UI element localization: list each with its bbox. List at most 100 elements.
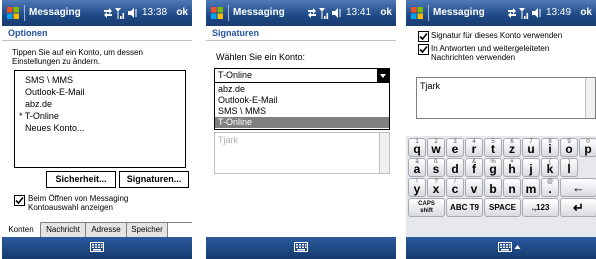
dropdown-option[interactable]: abz.de: [215, 84, 389, 95]
title-separator: [428, 5, 429, 21]
symbols-key[interactable]: .,123: [522, 198, 559, 217]
menu-bar: [2, 237, 192, 259]
dropdown-option[interactable]: Outlook-E-Mail: [215, 95, 389, 106]
account-dropdown[interactable]: T-Online: [214, 68, 390, 83]
key-r[interactable]: 4r: [465, 138, 483, 157]
key-q[interactable]: 1q: [408, 138, 426, 157]
title-separator: [228, 5, 229, 21]
clock[interactable]: 13:41: [346, 7, 371, 18]
signatures-button[interactable]: Signaturen...: [119, 171, 189, 188]
input-selector-arrow-icon[interactable]: [514, 243, 521, 253]
account-item-default[interactable]: * T-Online: [19, 111, 59, 121]
key-o[interactable]: 9o: [560, 138, 578, 157]
key-m[interactable]: m: [522, 178, 540, 197]
account-item[interactable]: SMS \ MMS: [25, 75, 73, 85]
dropdown-arrow-icon[interactable]: [377, 69, 389, 82]
caps-shift-key[interactable]: CAPS shift: [408, 198, 445, 217]
signature-text: Tjark: [420, 81, 440, 91]
key-f[interactable]: & f: [465, 158, 483, 177]
status-icons[interactable]: [103, 6, 141, 20]
signature-textbox[interactable]: Tjark: [416, 77, 596, 119]
use-in-replies-checkbox[interactable]: [418, 44, 429, 55]
ok-button[interactable]: ok: [580, 7, 592, 18]
status-icons[interactable]: [507, 6, 545, 20]
title-bar: Messaging 13:41 ok: [206, 0, 396, 26]
key-z[interactable]: 6z: [503, 138, 521, 157]
scrollbar[interactable]: [585, 78, 595, 118]
account-list[interactable]: SMS \ MMS Outlook-E-Mail abz.de * T-Onli…: [14, 70, 186, 168]
scrollbar: [379, 133, 389, 173]
key-h[interactable]: # h: [503, 158, 521, 177]
key-label: v: [470, 182, 478, 196]
windows-start-icon[interactable]: [210, 6, 224, 20]
windows-start-icon[interactable]: [410, 6, 424, 20]
key-v[interactable]: v: [465, 178, 483, 197]
key-w[interactable]: 2w: [427, 138, 445, 157]
key-i[interactable]: 8i: [541, 138, 559, 157]
key-label: ABC T9: [450, 203, 479, 212]
account-options-list[interactable]: abz.de Outlook-E-Mail SMS \ MMS T-Online: [214, 82, 390, 130]
account-item-new[interactable]: Neues Konto...: [25, 123, 85, 133]
account-item[interactable]: abz.de: [25, 99, 52, 109]
tab-bar: Konten Nachricht Adresse Speicher: [2, 222, 192, 238]
clock[interactable]: 13:49: [546, 7, 571, 18]
key-label: i: [548, 142, 552, 156]
tab-nachricht[interactable]: Nachricht: [41, 223, 86, 237]
key-label: d: [451, 162, 459, 176]
key-b[interactable]: b: [484, 178, 502, 197]
key-x[interactable]: ? x: [427, 178, 445, 197]
key-g[interactable]: % g: [484, 158, 502, 177]
key-c[interactable]: / c: [446, 178, 464, 197]
key-label: .: [548, 182, 552, 196]
show-account-picker-checkbox[interactable]: [14, 195, 25, 206]
shift-label: shift: [420, 208, 433, 214]
tab-speicher[interactable]: Speicher: [127, 223, 168, 237]
menu-bar: [406, 237, 596, 259]
checkmark-icon: [15, 196, 24, 205]
sync-arrows-icon: [308, 8, 316, 18]
account-item[interactable]: Outlook-E-Mail: [25, 87, 85, 97]
tab-adresse[interactable]: Adresse: [86, 223, 127, 237]
key-a[interactable]: àa: [408, 158, 426, 177]
status-icons[interactable]: [307, 6, 345, 20]
ok-button[interactable]: ok: [176, 7, 188, 18]
dropdown-option-selected[interactable]: T-Online: [215, 117, 389, 128]
key-s[interactable]: ßs: [427, 158, 445, 177]
key-label: m: [525, 182, 537, 196]
key-e[interactable]: 3e: [446, 138, 464, 157]
key-n[interactable]: n: [503, 178, 521, 197]
keyboard-icon[interactable]: [90, 242, 104, 252]
instruction-line-2: Einstellungen zu ändern.: [12, 57, 101, 66]
key-label: n: [508, 182, 516, 196]
abc-t9-key[interactable]: ABC T9: [446, 198, 483, 217]
menu-bar: [206, 237, 396, 259]
use-signature-label: Signatur für dieses Konto verwenden: [431, 31, 563, 40]
key-period[interactable]: @.: [541, 178, 559, 197]
key-k[interactable]: (k: [541, 158, 559, 177]
key-p[interactable]: 0p: [579, 138, 596, 157]
keyboard-icon[interactable]: [498, 242, 512, 252]
key-label: e: [451, 142, 459, 156]
ok-button[interactable]: ok: [380, 7, 392, 18]
screen-signatures: Messaging 13:41 ok Signaturen Wählen Sie…: [206, 0, 396, 259]
keyboard-icon[interactable]: [294, 242, 308, 252]
key-label: a: [413, 162, 421, 176]
key-label: u: [527, 142, 535, 156]
tab-konten[interactable]: Konten: [2, 222, 41, 237]
key-u[interactable]: 7u: [522, 138, 540, 157]
windows-start-icon[interactable]: [6, 6, 20, 20]
key-t[interactable]: 5t: [484, 138, 502, 157]
key-label: f: [472, 162, 476, 176]
space-key[interactable]: SPACE: [484, 198, 521, 217]
key-y[interactable]: ! y: [408, 178, 426, 197]
key-l[interactable]: ) l: [560, 158, 578, 177]
key-j[interactable]: j: [522, 158, 540, 177]
dropdown-option[interactable]: SMS \ MMS: [215, 106, 389, 117]
speaker-icon: [532, 8, 541, 18]
enter-key[interactable]: ↵: [560, 198, 596, 217]
key-d[interactable]: d: [446, 158, 464, 177]
clock[interactable]: 13:38: [142, 7, 167, 18]
use-signature-checkbox[interactable]: [418, 31, 429, 42]
backspace-key[interactable]: ←: [560, 178, 596, 197]
security-button[interactable]: Sicherheit...: [46, 171, 116, 188]
